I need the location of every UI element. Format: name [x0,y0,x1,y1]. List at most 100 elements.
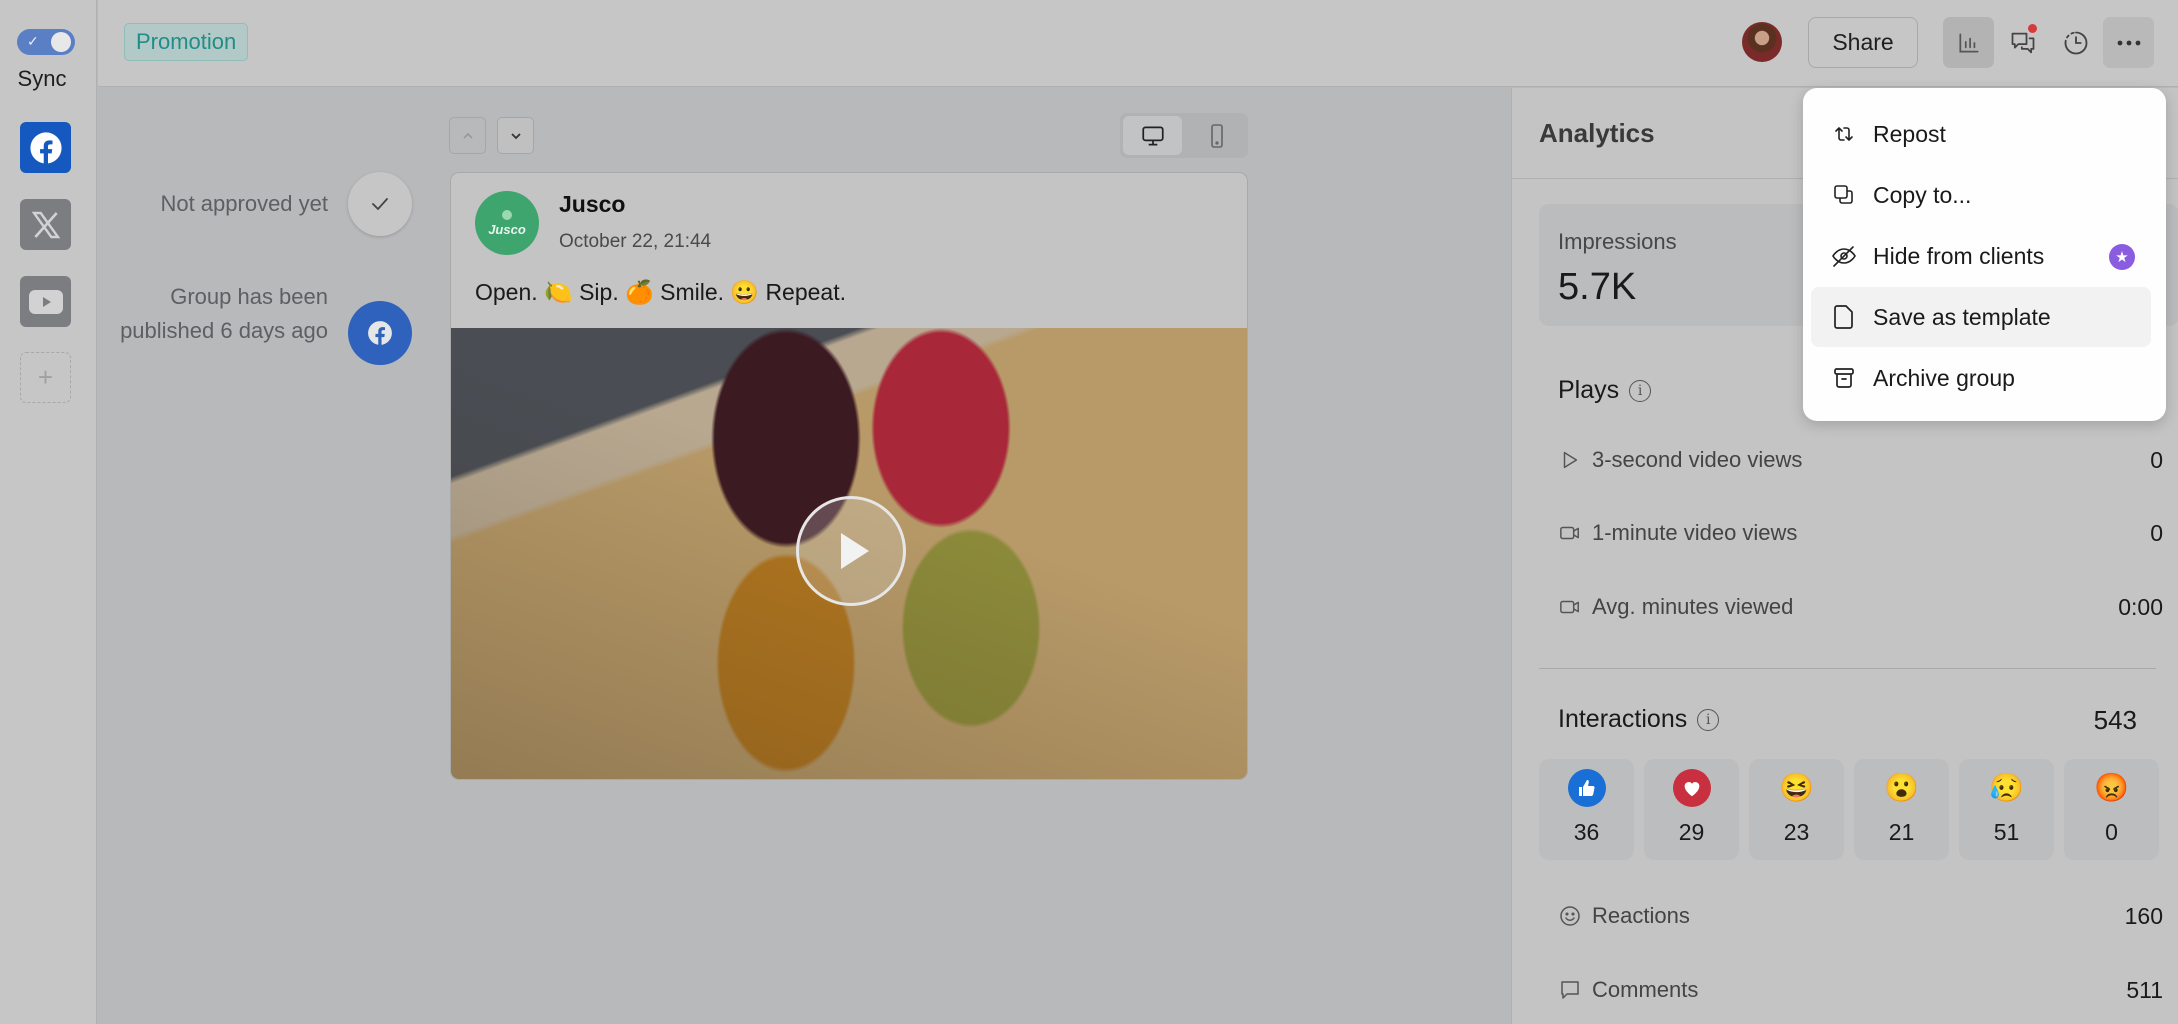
section-divider [1539,668,2156,669]
plays-heading: Plays i [1558,376,1652,405]
reaction-wow: 😮 21 [1854,759,1949,860]
metric-row: 3-second video views 0 [1558,442,2163,478]
reaction-count: 0 [2105,819,2118,845]
reaction-breakdown: 36 29 😆 23 😮 21 😥 51 😡 0 [1539,759,2159,860]
post-date: October 22, 21:44 [559,231,712,252]
chevron-down-icon [510,132,521,139]
metric-label: Avg. minutes viewed [1592,594,1794,619]
published-facebook-badge[interactable] [348,301,412,365]
reaction-count: 21 [1888,819,1915,845]
repost-icon [1831,121,1857,147]
metric-value: 0 [2150,446,2163,473]
info-icon[interactable]: i [1697,708,1720,731]
sync-toggle[interactable]: ✓ [17,29,75,55]
video-icon [1558,595,1582,619]
chevron-up-icon [462,132,473,139]
network-sidebar: ✓ Sync + [0,0,97,1024]
next-post-button[interactable] [497,117,534,154]
impressions-label: Impressions [1558,229,1677,254]
facebook-icon [29,131,62,165]
reaction-count: 51 [1993,819,2020,845]
reaction-count: 23 [1783,819,1810,845]
metric-row: 1-minute video views 0 [1558,515,2163,551]
logo-mark [502,209,512,220]
reaction-haha: 😆 23 [1749,759,1844,860]
analytics-button[interactable] [1943,17,1994,68]
more-options-button[interactable] [2103,17,2154,68]
menu-item-archive-group[interactable]: Archive group [1811,348,2151,408]
history-icon [2064,31,2087,54]
info-icon[interactable]: i [1629,379,1652,402]
menu-item-label: Repost [1873,120,1946,147]
smile-icon [1558,904,1582,928]
interactions-title: Interactions [1558,705,1688,733]
post-author: Jusco [559,191,626,217]
video-icon [1558,521,1582,545]
main-area: Not approved yet Group has been publishe… [98,88,1511,1024]
history-button[interactable] [2050,17,2101,68]
file-icon [1831,304,1857,330]
tag-badge[interactable]: Promotion [124,23,249,61]
reaction-count: 29 [1678,819,1705,845]
like-icon [1567,769,1606,807]
network-x[interactable] [20,199,71,250]
more-options-menu: Repost Copy to... Hide from clients ★ Sa… [1803,88,2166,421]
mobile-view-button[interactable] [1188,116,1245,155]
check-icon: ✓ [27,33,39,49]
archive-icon [1831,365,1857,391]
reaction-count: 36 [1573,819,1600,845]
interactions-heading: Interactions i [1558,705,1720,734]
impressions-value: 5.7K [1558,266,1637,308]
desktop-view-button[interactable] [1123,116,1182,155]
menu-item-repost[interactable]: Repost [1811,104,2151,164]
menu-item-copy-to[interactable]: Copy to... [1811,165,2151,225]
plays-title: Plays [1558,376,1620,404]
user-avatar[interactable] [1742,22,1782,62]
network-facebook[interactable] [20,122,71,173]
interactions-total: 543 [2093,705,2137,735]
post-video-thumbnail[interactable] [451,328,1247,779]
preview-mode-toggle [1120,113,1248,158]
reaction-love: 29 [1644,759,1739,860]
eye-off-icon [1831,243,1857,269]
reaction-like: 36 [1539,759,1634,860]
logo-text: Jusco [488,221,526,237]
surprised-emoji-icon: 😮 [1884,772,1919,803]
menu-item-save-as-template[interactable]: Save as template [1811,287,2151,347]
post-preview-card: Jusco Jusco October 22, 21:44 Open. 🍋 Si… [450,172,1248,780]
menu-item-label: Hide from clients [1873,242,2045,269]
play-button[interactable] [796,496,906,606]
reaction-angry: 😡 0 [2064,759,2159,860]
metric-value: 0:00 [2118,593,2163,620]
reaction-sad: 😥 51 [1959,759,2054,860]
notification-dot [2028,24,2037,33]
menu-item-hide-from-clients[interactable]: Hide from clients ★ [1811,226,2151,286]
comments-button[interactable] [1997,17,2048,68]
network-youtube[interactable] [20,276,71,327]
metric-value: 511 [2126,976,2163,1003]
youtube-icon [28,289,63,314]
top-bar: Promotion Share [98,0,2178,87]
more-icon [2117,40,2140,45]
heart-icon [1672,769,1711,807]
approval-status: Not approved yet [160,191,328,216]
panel-title: Analytics [1539,118,1655,148]
add-network-button[interactable]: + [20,352,71,403]
published-status: Group has been published 6 days ago [120,284,328,343]
metric-label: 1-minute video views [1592,520,1798,545]
post-text: Open. 🍋 Sip. 🍊 Smile. 😀 Repeat. [475,279,846,305]
metric-value: 160 [2124,902,2163,929]
previous-post-button[interactable] [449,117,486,154]
metric-label: 3-second video views [1592,447,1803,472]
comment-icon [1558,978,1582,1002]
check-icon [372,198,388,210]
desktop-icon [1141,125,1164,146]
copy-icon [1831,182,1857,208]
metric-label: Comments [1592,977,1699,1002]
share-button[interactable]: Share [1808,17,1918,68]
metric-label: Reactions [1592,903,1690,928]
metric-row: Reactions 160 [1558,898,2163,934]
menu-item-label: Save as template [1873,303,2051,330]
approve-button[interactable] [348,172,412,236]
metric-value: 0 [2150,519,2163,546]
